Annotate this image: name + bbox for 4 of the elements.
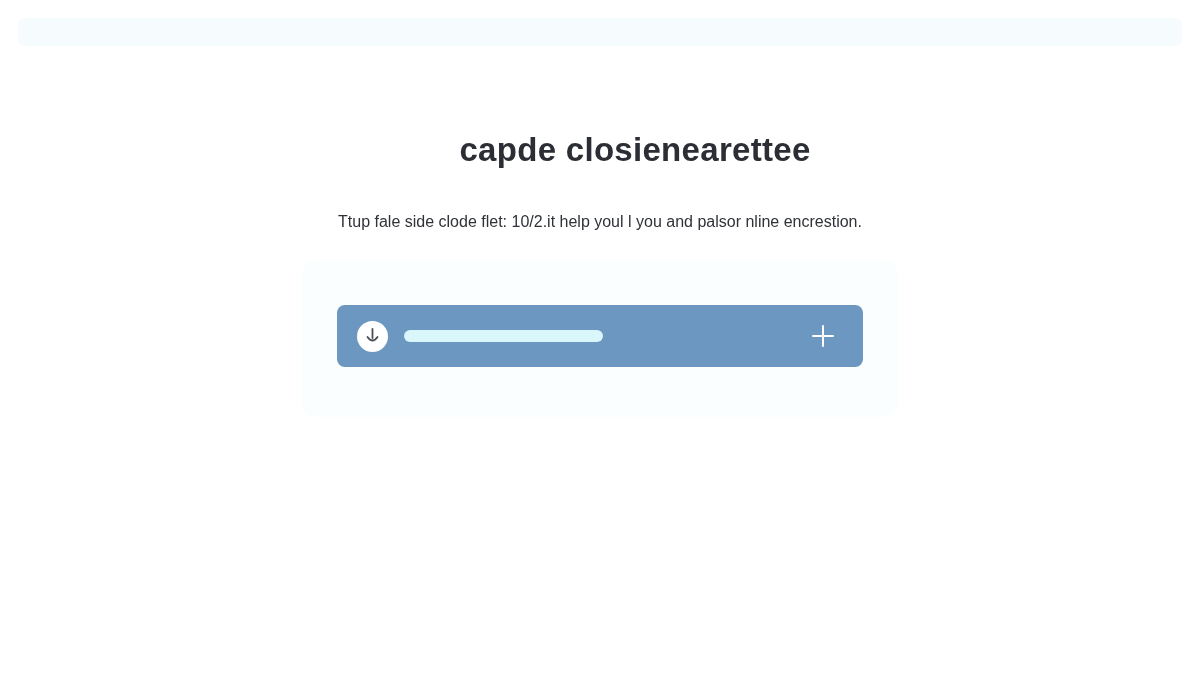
plus-icon — [812, 325, 834, 347]
description-text: Ttup fale side clode flet: 10/2.it help youl l you and palsor nline encrestion. — [338, 212, 862, 232]
page-title: capde closienearettee — [459, 130, 811, 170]
download-icon — [357, 320, 388, 352]
